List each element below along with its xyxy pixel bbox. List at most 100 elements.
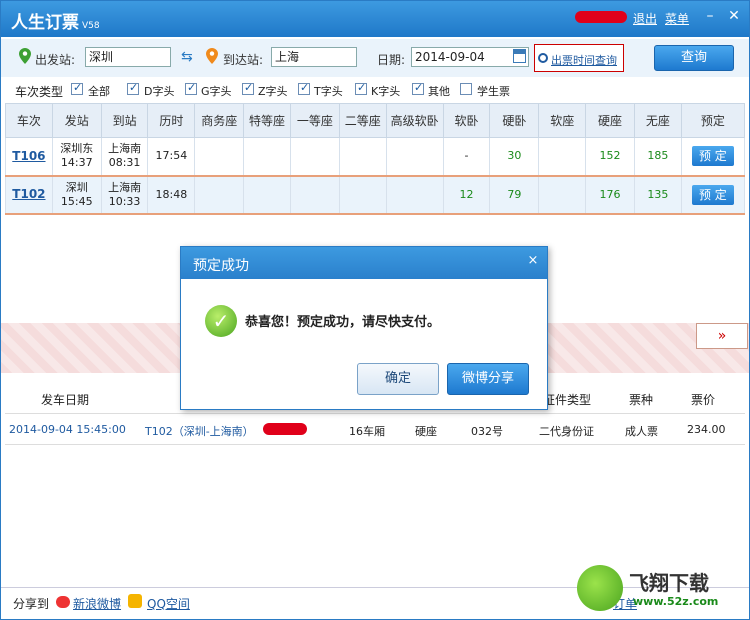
table-row[interactable]: T102 深圳 15:45 上海南 10:33 18:48 12 79 176 13… xyxy=(5,175,746,215)
from-station-input[interactable]: 深圳 xyxy=(85,47,171,67)
train-number-link[interactable]: T106 xyxy=(12,149,45,163)
filter-checkbox-k[interactable] xyxy=(355,81,367,95)
hard-sleeper-cell: 30 xyxy=(489,137,540,177)
weibo-icon[interactable] xyxy=(56,596,70,608)
hard-seat-cell: 176 xyxy=(585,175,635,215)
train-number-link[interactable]: T102 xyxy=(12,187,45,201)
order-price: 234.00 xyxy=(687,423,726,436)
logout-link[interactable]: 退出 xyxy=(633,10,657,27)
dialog-close-icon[interactable]: × xyxy=(525,253,541,269)
swap-icon[interactable]: ⇆ xyxy=(181,49,193,65)
dialog-message: 恭喜您！预定成功，请尽快支付。 xyxy=(245,315,441,330)
column-header[interactable]: 发站 xyxy=(51,103,102,138)
minimize-icon[interactable]: – xyxy=(701,7,719,25)
search-bar: 出发站: 深圳 ⇆ 到达站: 上海 日期: 2014-09-04 出票时间查询 … xyxy=(1,39,749,77)
app-window: 人生订票 V58 退出 菜单 – ✕ 出发站: 深圳 ⇆ 到达站: 上海 日期: … xyxy=(0,0,750,620)
column-header[interactable]: 硬座 xyxy=(585,103,635,138)
ticket-time-query-link[interactable]: 出票时间查询 xyxy=(551,52,617,68)
from-label: 出发站: xyxy=(35,53,76,67)
train-table: 车次 发站 到站 历时 商务座 特等座 一等座 二等座 高级软卧 软卧 硬卧 软… xyxy=(5,103,746,215)
watermark-logo-icon xyxy=(577,565,623,611)
soft-sleeper-cell: 12 xyxy=(442,175,491,215)
filter-label: 学生票 xyxy=(477,85,510,98)
book-button[interactable]: 预 定 xyxy=(691,184,734,205)
filter-checkbox-all[interactable] xyxy=(71,81,83,95)
watermark-name: 飞翔下载 xyxy=(629,571,709,595)
no-seat-cell: 185 xyxy=(633,137,682,177)
column-header[interactable]: 软卧 xyxy=(442,103,491,138)
close-icon[interactable]: ✕ xyxy=(725,7,743,25)
map-pin-icon xyxy=(19,48,31,64)
column-header[interactable]: 无座 xyxy=(633,103,682,138)
to-station-input[interactable]: 上海 xyxy=(271,47,357,67)
collapse-toggle-icon[interactable]: » xyxy=(696,323,748,349)
order-datetime: 2014-09-04 15:45:00 xyxy=(9,423,126,436)
filter-checkbox-z[interactable] xyxy=(242,81,254,95)
qzone-icon[interactable] xyxy=(128,594,142,608)
duration-cell: 17:54 xyxy=(147,137,196,177)
map-pin-icon xyxy=(206,48,218,64)
calendar-icon[interactable] xyxy=(513,49,526,63)
confirm-button[interactable]: 确定 xyxy=(357,363,439,395)
filter-checkbox-g[interactable] xyxy=(185,81,197,95)
share-qzone-link[interactable]: QQ空间 xyxy=(147,595,190,612)
order-car: 16车厢 xyxy=(349,425,385,438)
app-version: V58 xyxy=(82,21,100,31)
share-weibo-link[interactable]: 新浪微博 xyxy=(73,595,121,612)
order-seat-class: 硬座 xyxy=(415,425,437,438)
weibo-share-button[interactable]: 微博分享 xyxy=(447,363,529,395)
order-row[interactable]: 2014-09-04 15:45:00 T102（深圳-上海南） 16车厢 硬座… xyxy=(5,413,745,445)
arrival-cell: 上海南 10:33 xyxy=(100,175,149,215)
search-icon xyxy=(538,53,548,63)
column-header[interactable]: 一等座 xyxy=(289,103,340,138)
watermark-url: www.52z.com xyxy=(633,595,719,608)
order-ticket-type: 成人票 xyxy=(625,425,658,438)
dialog-title-bar: 预定成功 × xyxy=(181,247,547,279)
column-header[interactable]: 特等座 xyxy=(243,103,291,138)
duration-cell: 18:48 xyxy=(147,175,196,215)
date-input[interactable]: 2014-09-04 xyxy=(411,47,529,67)
filter-checkbox-other[interactable] xyxy=(412,81,424,95)
filter-checkbox-d[interactable] xyxy=(127,81,139,95)
order-train: T102（深圳-上海南） xyxy=(145,425,254,438)
filter-label: K字头 xyxy=(371,85,401,98)
arrival-cell: 上海南 08:31 xyxy=(100,137,149,177)
query-button[interactable]: 查询 xyxy=(654,45,734,71)
filter-label: G字头 xyxy=(201,85,232,98)
share-label: 分享到 xyxy=(13,597,50,611)
filter-label: T字头 xyxy=(314,85,343,98)
order-col-price: 票价 xyxy=(691,393,716,407)
table-row[interactable]: T106 深圳东 14:37 上海南 08:31 17:54 - 30 152 18… xyxy=(5,137,746,177)
train-type-filter: 车次类型 全部 D字头 G字头 Z字头 T字头 K字头 其他 学生票 xyxy=(1,79,749,101)
booking-success-dialog: 预定成功 × ✓ 恭喜您！预定成功，请尽快支付。 确定 微博分享 xyxy=(180,246,548,410)
redacted-passenger-name xyxy=(263,423,307,435)
filter-label: 其他 xyxy=(428,85,450,98)
date-label: 日期: xyxy=(377,53,406,67)
book-button[interactable]: 预 定 xyxy=(691,146,734,167)
success-check-icon: ✓ xyxy=(205,305,237,337)
order-col-id-type: 证件类型 xyxy=(543,393,592,407)
column-header[interactable]: 硬卧 xyxy=(489,103,540,138)
dialog-title: 预定成功 xyxy=(193,258,249,274)
departure-cell: 深圳东 14:37 xyxy=(51,137,102,177)
column-header[interactable]: 二等座 xyxy=(338,103,387,138)
column-header[interactable]: 车次 xyxy=(5,103,53,138)
redacted-username xyxy=(575,11,627,23)
order-col-date: 发车日期 xyxy=(41,393,90,407)
order-id-type: 二代身份证 xyxy=(539,425,594,438)
hard-sleeper-cell: 79 xyxy=(489,175,540,215)
filter-checkbox-t[interactable] xyxy=(298,81,310,95)
table-header-row: 车次 发站 到站 历时 商务座 特等座 一等座 二等座 高级软卧 软卧 硬卧 软… xyxy=(5,103,746,138)
column-header[interactable]: 软座 xyxy=(538,103,587,138)
column-header[interactable]: 到站 xyxy=(100,103,149,138)
to-label: 到达站: xyxy=(223,53,264,67)
column-header[interactable]: 预定 xyxy=(680,103,746,138)
menu-link[interactable]: 菜单 xyxy=(665,10,689,27)
ticket-time-query[interactable]: 出票时间查询 xyxy=(534,44,624,72)
filter-label: D字头 xyxy=(144,85,175,98)
column-header[interactable]: 历时 xyxy=(147,103,196,138)
filter-checkbox-student[interactable] xyxy=(460,83,472,95)
order-seat-no: 032号 xyxy=(471,425,503,438)
column-header[interactable]: 商务座 xyxy=(194,103,245,138)
column-header[interactable]: 高级软卧 xyxy=(385,103,444,138)
